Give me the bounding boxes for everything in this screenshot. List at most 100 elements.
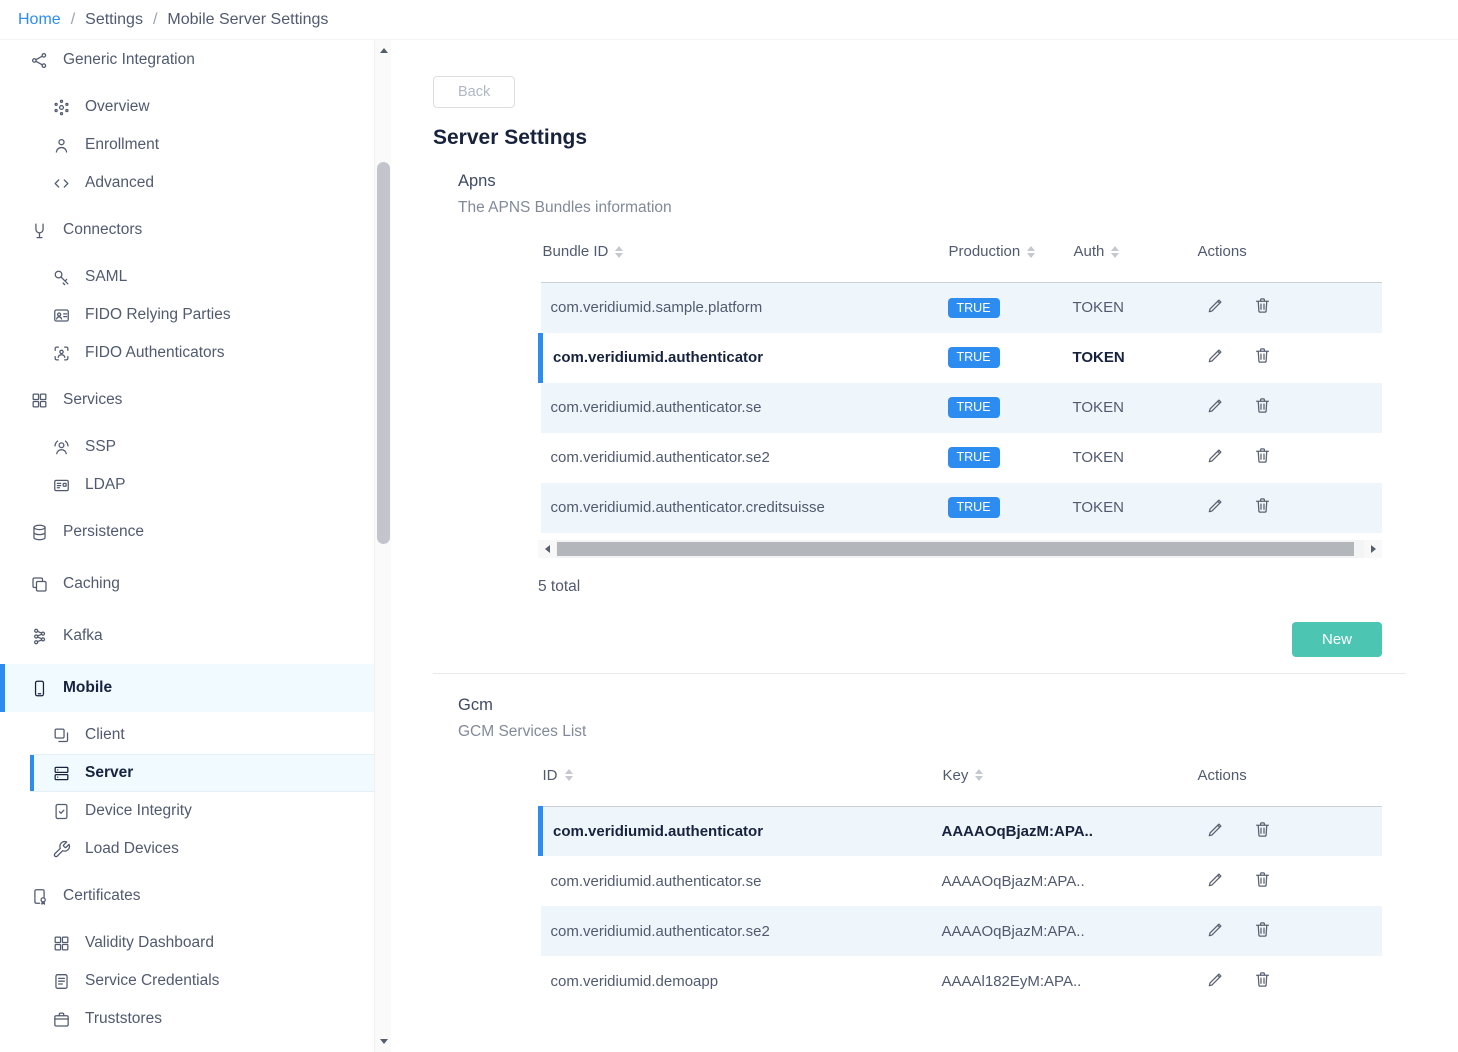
- sidebar-group-mobile[interactable]: Mobile: [0, 664, 374, 712]
- new-button[interactable]: New: [1292, 622, 1382, 657]
- column-header-auth[interactable]: Auth: [1072, 217, 1196, 283]
- breadcrumb-settings-link[interactable]: Settings: [85, 11, 143, 29]
- sidebar-group-caching[interactable]: Caching: [0, 560, 374, 608]
- delete-icon[interactable]: [1253, 820, 1272, 839]
- cell-id: com.veridiumid.authenticator.se: [541, 856, 941, 906]
- column-header-bundle-id[interactable]: Bundle ID: [541, 217, 947, 283]
- sidebar-item-advanced[interactable]: Advanced: [0, 164, 374, 202]
- apns-table-row-selected[interactable]: com.veridiumid.authenticator TRUE TOKEN: [541, 333, 1383, 383]
- sidebar-item-label: Load Devices: [85, 840, 179, 858]
- column-header-production[interactable]: Production: [947, 217, 1072, 283]
- sidebar-group-generic-integration[interactable]: Generic Integration: [0, 40, 374, 84]
- sidebar-item-truststores[interactable]: Truststores: [0, 1000, 374, 1038]
- sidebar-scrollbar[interactable]: [374, 40, 391, 1052]
- column-header-id[interactable]: ID: [541, 741, 941, 807]
- edit-icon[interactable]: [1206, 446, 1225, 465]
- cell-auth: TOKEN: [1072, 383, 1196, 433]
- apns-table-row[interactable]: com.veridiumid.authenticator.se2 TRUE TO…: [541, 433, 1383, 483]
- edit-icon[interactable]: [1206, 820, 1225, 839]
- breadcrumb-separator: /: [153, 11, 157, 29]
- gcm-table-row-selected[interactable]: com.veridiumid.authenticator AAAAOqBjazM…: [541, 806, 1383, 856]
- sort-icon[interactable]: [615, 246, 623, 258]
- scrollbar-thumb[interactable]: [377, 162, 390, 544]
- edit-icon[interactable]: [1206, 870, 1225, 889]
- gcm-section: Gcm GCM Services List ID Key: [458, 696, 1406, 1007]
- scan-user-icon: [52, 344, 71, 363]
- delete-icon[interactable]: [1253, 446, 1272, 465]
- gcm-table-row[interactable]: com.veridiumid.authenticator.se AAAAOqBj…: [541, 856, 1383, 906]
- mobile-icon: [30, 679, 49, 698]
- delete-icon[interactable]: [1253, 396, 1272, 415]
- sidebar-item-overview[interactable]: Overview: [0, 88, 374, 126]
- sidebar-group-services[interactable]: Services: [0, 376, 374, 424]
- back-button[interactable]: Back: [433, 76, 515, 108]
- gcm-table-row[interactable]: com.veridiumid.demoapp AAAAl182EyM:APA..: [541, 956, 1383, 1006]
- delete-icon[interactable]: [1253, 870, 1272, 889]
- table-horizontal-scrollbar[interactable]: [538, 540, 1382, 558]
- sidebar-item-device-integrity[interactable]: Device Integrity: [0, 792, 374, 830]
- cell-key: AAAAl182EyM:APA..: [941, 956, 1196, 1006]
- sidebar-item-label: SSP: [85, 438, 116, 456]
- column-header-key[interactable]: Key: [941, 741, 1196, 807]
- sidebar-item-client[interactable]: Client: [0, 716, 374, 754]
- sidebar-group-kafka[interactable]: Kafka: [0, 612, 374, 660]
- delete-icon[interactable]: [1253, 496, 1272, 515]
- sidebar-item-saml[interactable]: SAML: [0, 258, 374, 296]
- sidebar-group-label: Persistence: [63, 523, 144, 541]
- scroll-right-button[interactable]: [1364, 540, 1382, 558]
- scrollbar-track[interactable]: [556, 540, 1364, 558]
- sidebar-menu: Generic Integration Overview Enrollment …: [0, 40, 374, 1038]
- delete-icon[interactable]: [1253, 346, 1272, 365]
- copy-icon: [30, 575, 49, 594]
- breadcrumb-separator: /: [71, 11, 75, 29]
- edit-icon[interactable]: [1206, 346, 1225, 365]
- column-label: Production: [949, 243, 1021, 260]
- sidebar-item-fido-relying-parties[interactable]: FIDO Relying Parties: [0, 296, 374, 334]
- apns-table-row[interactable]: com.veridiumid.authenticator.creditsuiss…: [541, 483, 1383, 533]
- sidebar-item-server[interactable]: Server: [30, 754, 374, 792]
- triangle-right-icon: [1371, 545, 1376, 553]
- scroll-left-button[interactable]: [538, 540, 556, 558]
- sort-icon[interactable]: [975, 769, 983, 781]
- scrollbar-thumb[interactable]: [557, 542, 1354, 556]
- sidebar-group-certificates[interactable]: Certificates: [0, 872, 374, 920]
- scroll-up-button[interactable]: [375, 42, 391, 59]
- delete-icon[interactable]: [1253, 970, 1272, 989]
- delete-icon[interactable]: [1253, 296, 1272, 315]
- sidebar-group: Services SSP LDAP: [0, 376, 374, 504]
- sidebar-group-persistence[interactable]: Persistence: [0, 508, 374, 556]
- sort-icon[interactable]: [1111, 246, 1119, 258]
- delete-icon[interactable]: [1253, 920, 1272, 939]
- sort-icon[interactable]: [1027, 246, 1035, 258]
- sidebar-group-connectors[interactable]: Connectors: [0, 206, 374, 254]
- sidebar-item-ldap[interactable]: LDAP: [0, 466, 374, 504]
- sidebar-item-enrollment[interactable]: Enrollment: [0, 126, 374, 164]
- sidebar-item-load-devices[interactable]: Load Devices: [0, 830, 374, 868]
- cell-actions: [1196, 433, 1383, 483]
- cell-auth: TOKEN: [1072, 283, 1196, 333]
- sort-icon[interactable]: [565, 769, 573, 781]
- cell-bundle-id: com.veridiumid.authenticator.creditsuiss…: [541, 483, 947, 533]
- edit-icon[interactable]: [1206, 970, 1225, 989]
- sidebar-item-label: SAML: [85, 268, 127, 286]
- scroll-down-button[interactable]: [375, 1033, 391, 1050]
- edit-icon[interactable]: [1206, 920, 1225, 939]
- cell-actions: [1196, 333, 1383, 383]
- edit-icon[interactable]: [1206, 396, 1225, 415]
- apns-table-row[interactable]: com.veridiumid.authenticator.se TRUE TOK…: [541, 383, 1383, 433]
- gcm-table-row[interactable]: com.veridiumid.authenticator.se2 AAAAOqB…: [541, 906, 1383, 956]
- sidebar-item-service-credentials[interactable]: Service Credentials: [0, 962, 374, 1000]
- briefcase-icon: [52, 1010, 71, 1029]
- sidebar-item-validity-dashboard[interactable]: Validity Dashboard: [0, 924, 374, 962]
- sidebar-item-fido-authenticators[interactable]: FIDO Authenticators: [0, 334, 374, 372]
- apns-table-row[interactable]: com.veridiumid.sample.platform TRUE TOKE…: [541, 283, 1383, 333]
- cell-auth: TOKEN: [1072, 433, 1196, 483]
- breadcrumb-home-link[interactable]: Home: [18, 11, 61, 29]
- cell-bundle-id: com.veridiumid.sample.platform: [541, 283, 947, 333]
- edit-icon[interactable]: [1206, 296, 1225, 315]
- sidebar-item-ssp[interactable]: SSP: [0, 428, 374, 466]
- edit-icon[interactable]: [1206, 496, 1225, 515]
- production-badge: TRUE: [948, 447, 1000, 468]
- cell-id: com.veridiumid.authenticator.se2: [541, 906, 941, 956]
- page-title: Server Settings: [433, 126, 1406, 150]
